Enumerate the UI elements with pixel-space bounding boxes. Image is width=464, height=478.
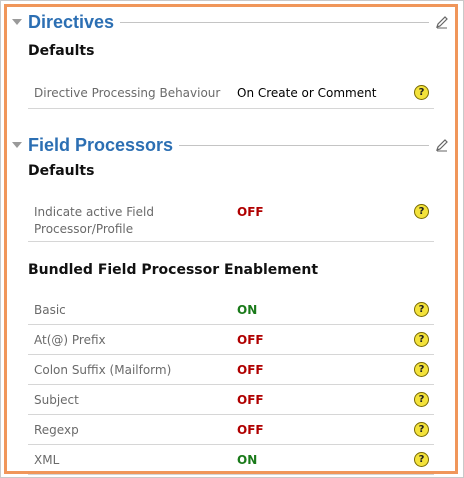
row-value: ON <box>237 453 258 467</box>
directives-header: Directives <box>7 10 455 36</box>
help-icon[interactable]: ? <box>414 422 429 437</box>
field-processors-section: Field Processors <box>7 133 455 159</box>
field-processors-defaults-heading: Defaults <box>28 163 95 179</box>
help-icon[interactable]: ? <box>414 302 429 317</box>
help-icon[interactable]: ? <box>414 362 429 377</box>
help-icon[interactable]: ? <box>414 332 429 347</box>
table-row: Basic ON ? <box>28 296 434 325</box>
table-row: Subject OFF ? <box>28 386 434 415</box>
help-icon[interactable]: ? <box>414 392 429 407</box>
directives-title[interactable]: Directives <box>28 10 121 34</box>
help-icon[interactable]: ? <box>414 452 429 467</box>
table-row: Indicate active Field Processor/Profile … <box>28 200 434 242</box>
row-label: At(@) Prefix <box>34 333 106 347</box>
field-processors-title[interactable]: Field Processors <box>28 133 180 157</box>
table-row: Directive Processing Behaviour On Create… <box>28 81 434 109</box>
row-label: Basic <box>34 303 66 317</box>
row-value: ON <box>237 303 258 317</box>
table-row: Regexp OFF ? <box>28 416 434 445</box>
collapse-triangle-icon[interactable] <box>12 19 22 25</box>
field-processors-header: Field Processors <box>7 133 455 159</box>
table-row: Colon Suffix (Mailform) OFF ? <box>28 356 434 385</box>
row-value: OFF <box>237 393 264 407</box>
row-value: On Create or Comment <box>237 86 377 100</box>
table-row: XML ON ? <box>28 446 434 475</box>
row-label: Regexp <box>34 423 79 437</box>
row-label: Subject <box>34 393 79 407</box>
row-label: XML <box>34 453 60 467</box>
row-value: OFF <box>237 333 264 347</box>
row-label: Colon Suffix (Mailform) <box>34 363 172 377</box>
directives-defaults-heading: Defaults <box>28 43 95 59</box>
help-icon[interactable]: ? <box>414 204 429 219</box>
pencil-icon[interactable] <box>435 15 449 29</box>
row-value: OFF <box>237 423 264 437</box>
config-panel: Directives Defaults Directive Processing… <box>4 4 458 475</box>
collapse-triangle-icon[interactable] <box>12 142 22 148</box>
bundled-heading: Bundled Field Processor Enablement <box>28 262 319 278</box>
table-row: At(@) Prefix OFF ? <box>28 326 434 355</box>
help-icon[interactable]: ? <box>414 85 429 100</box>
directives-section: Directives <box>7 10 455 36</box>
pencil-icon[interactable] <box>435 138 449 152</box>
row-value: OFF <box>237 205 264 219</box>
row-label: Directive Processing Behaviour <box>34 86 221 100</box>
row-value: OFF <box>237 363 264 377</box>
row-label: Indicate active Field Processor/Profile <box>34 205 154 236</box>
